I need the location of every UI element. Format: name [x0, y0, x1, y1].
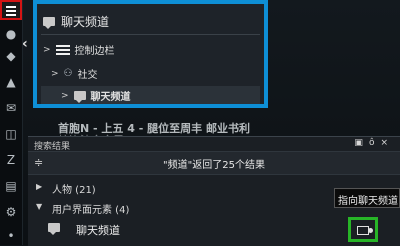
menu-button[interactable]: [0, 0, 22, 20]
window-icon[interactable]: ▣: [354, 138, 363, 148]
navigator-popup: 聊天频道 > 控制边栏 > ⚇ 社交 > 聊天频道: [33, 0, 268, 108]
character-icon[interactable]: ●: [3, 26, 19, 42]
people-icon: ⚇: [63, 68, 73, 79]
pin-icon[interactable]: ô: [369, 138, 375, 148]
chart-icon[interactable]: ▤: [3, 178, 19, 194]
close-icon[interactable]: ×: [380, 138, 388, 148]
z-icon[interactable]: Z: [3, 152, 19, 168]
chat-icon: [48, 223, 60, 235]
tree-item-label: 控制边栏: [74, 46, 115, 57]
point-to-button[interactable]: [348, 217, 378, 242]
group-label: 人物 (21): [52, 185, 96, 196]
expand-arrow-icon: ▶: [36, 182, 43, 191]
chevron-right-icon: >: [43, 44, 51, 55]
chat-icon: [43, 16, 55, 29]
tree-item-sidebar[interactable]: > 控制边栏: [43, 42, 115, 57]
chevron-right-icon: >: [51, 68, 59, 79]
triangle-icon[interactable]: ▲: [3, 74, 19, 90]
divider: [41, 34, 260, 35]
map-icon[interactable]: ◫: [3, 126, 19, 142]
panel-header: 搜索结果 ▣ ô ×: [28, 137, 400, 152]
collapse-chevron-icon[interactable]: ‹: [22, 36, 32, 56]
tree-item-social[interactable]: > ⚇ 社交: [51, 66, 98, 81]
fleet-icon[interactable]: ◆: [3, 48, 19, 64]
result-item[interactable]: 聊天频道: [28, 217, 400, 241]
results-bar: ≑ "频道"返回了25个结果: [28, 151, 400, 175]
collapse-arrow-icon: ▼: [36, 202, 43, 211]
chevron-right-icon: >: [61, 90, 69, 101]
group-label: 用户界面元素 (4): [52, 205, 130, 216]
dot-icon[interactable]: •: [3, 228, 19, 244]
tree-item-label: 社交: [77, 70, 98, 81]
chat-icon: [73, 91, 86, 103]
tree-item-label: 聊天频道: [90, 92, 131, 103]
results-message: "频道"返回了25个结果: [163, 160, 265, 171]
navigator-title: 聊天频道: [61, 14, 110, 29]
navigator-header: 聊天频道: [43, 12, 109, 30]
left-sidebar: ● ◆ ▲ ✉ ◫ Z ▤ ⚙ •: [0, 0, 23, 245]
result-item-label: 聊天频道: [76, 224, 120, 237]
list-icon: [55, 44, 70, 55]
settings-icon[interactable]: ⚙: [3, 204, 19, 220]
mail-icon[interactable]: ✉: [3, 100, 19, 116]
tree-item-chat-channels[interactable]: > 聊天频道: [61, 88, 131, 103]
tooltip: 指向聊天频道: [334, 188, 400, 208]
